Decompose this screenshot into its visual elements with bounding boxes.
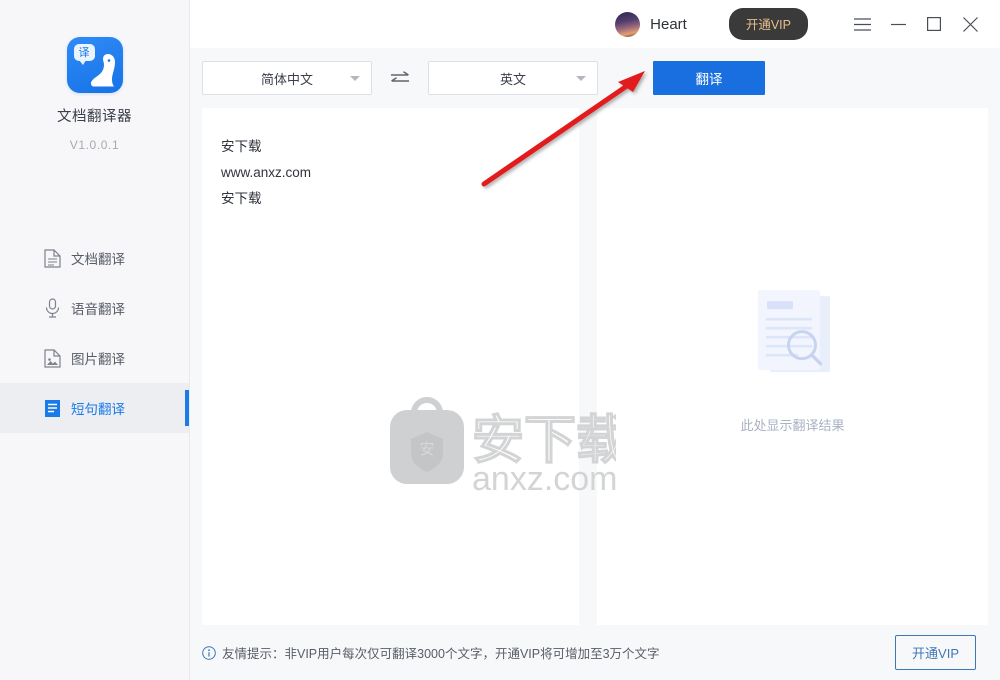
language-toolbar: 简体中文 英文 翻译 — [190, 48, 1000, 108]
sidebar-nav: 文档翻译 语音翻译 图片翻译 短句翻译 — [0, 233, 189, 433]
source-text-panel[interactable]: 安下载 www.anxz.com 安下载 — [202, 108, 579, 625]
sidebar-item-label: 图片翻译 — [71, 352, 125, 367]
source-language-value: 简体中文 — [260, 71, 313, 87]
microphone-icon — [43, 298, 61, 318]
translate-button[interactable]: 翻译 — [653, 61, 765, 95]
source-line: 安下载 — [221, 191, 262, 206]
titlebar: Heart 开通VIP — [190, 0, 1000, 48]
app-logo-icon: 译 — [66, 37, 123, 93]
document-search-icon — [757, 289, 830, 372]
result-panel[interactable]: 此处显示翻译结果 — [597, 108, 988, 625]
sidebar-item-document-translate[interactable]: 文档翻译 — [0, 233, 189, 283]
target-language-select[interactable]: 英文 — [428, 61, 598, 95]
sidebar-item-short-sentence-translate[interactable]: 短句翻译 — [0, 383, 189, 433]
target-language-value: 英文 — [499, 71, 526, 87]
result-empty-state: 此处显示翻译结果 — [597, 288, 988, 434]
app-version: V1.0.0.1 — [69, 138, 120, 152]
panel-divider — [579, 108, 597, 625]
parrot-icon — [90, 54, 115, 87]
main-area: Heart 开通VIP 简体中文 英文 翻译 安下载 www.anxz.com … — [190, 0, 1000, 680]
sidebar: 译 文档翻译器 V1.0.0.1 文档翻译 语音翻译 图片翻译 短句翻译 — [0, 0, 190, 680]
source-line: 安下载 — [221, 139, 262, 154]
hamburger-icon[interactable] — [844, 9, 880, 39]
editor-panels: 安下载 www.anxz.com 安下载 此处显示翻译结果 安 安下载 anxz… — [190, 108, 1000, 625]
swap-arrows-icon — [391, 71, 409, 82]
image-icon — [43, 348, 61, 368]
vip-tip: 友情提示：非VIP用户每次仅可翻译3000个文字，开通VIP将可增加至3万个文字 — [202, 643, 660, 662]
username-label: Heart — [650, 15, 687, 33]
close-icon[interactable] — [952, 9, 988, 39]
source-textarea[interactable]: 安下载 www.anxz.com 安下载 — [202, 108, 579, 212]
brand-name: 文档翻译器 — [57, 109, 132, 125]
user-block[interactable]: Heart — [615, 11, 687, 37]
vip-tip-text: 友情提示：非VIP用户每次仅可翻译3000个文字，开通VIP将可增加至3万个文字 — [222, 647, 660, 661]
result-placeholder-label: 此处显示翻译结果 — [740, 417, 845, 433]
sidebar-item-image-translate[interactable]: 图片翻译 — [0, 333, 189, 383]
swap-languages-button[interactable] — [372, 61, 428, 95]
chevron-down-icon — [576, 76, 586, 81]
footer-bar: 友情提示：非VIP用户每次仅可翻译3000个文字，开通VIP将可增加至3万个文字… — [190, 625, 1000, 680]
avatar[interactable] — [615, 11, 641, 37]
document-icon — [43, 248, 61, 268]
sidebar-item-label: 文档翻译 — [71, 252, 125, 267]
app-window: 译 文档翻译器 V1.0.0.1 文档翻译 语音翻译 图片翻译 短句翻译 Hea… — [0, 0, 1000, 680]
sidebar-item-voice-translate[interactable]: 语音翻译 — [0, 283, 189, 333]
text-lines-icon — [43, 398, 61, 418]
minimize-icon[interactable] — [880, 9, 916, 39]
source-line: www.anxz.com — [221, 165, 312, 180]
brand-block: 译 文档翻译器 V1.0.0.1 — [0, 0, 189, 152]
maximize-icon[interactable] — [916, 9, 952, 39]
header-upgrade-vip-button[interactable]: 开通VIP — [728, 8, 808, 40]
sidebar-item-label: 语音翻译 — [71, 302, 125, 317]
sidebar-item-label: 短句翻译 — [71, 402, 125, 417]
footer-upgrade-vip-button[interactable]: 开通VIP — [895, 635, 976, 670]
source-language-select[interactable]: 简体中文 — [202, 61, 372, 95]
info-circle-icon — [202, 645, 216, 660]
chevron-down-icon — [350, 76, 360, 81]
